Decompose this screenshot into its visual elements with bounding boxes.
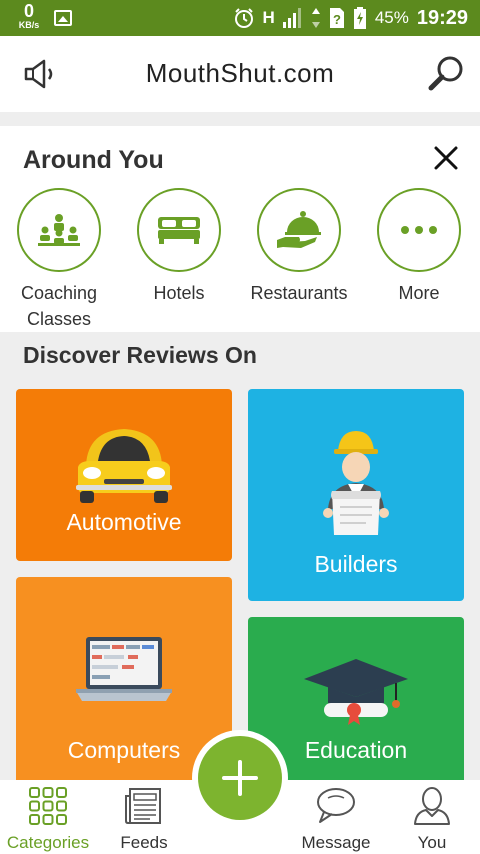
nav-label: Feeds: [120, 833, 168, 852]
nav-categories[interactable]: Categories: [0, 786, 96, 853]
graduation-cap-icon: [304, 659, 408, 725]
nav-label: Message: [301, 833, 371, 852]
network-speed-value: 0: [23, 1, 34, 21]
category-label: Coaching Classes: [20, 283, 98, 329]
plus-icon: [222, 760, 258, 796]
category-hotels[interactable]: Hotels: [124, 188, 234, 306]
newspaper-icon: [125, 788, 161, 824]
laptop-icon: [76, 637, 172, 701]
nav-label: You: [417, 833, 447, 852]
data-transfer-icon: [311, 8, 320, 28]
more-dots-icon: [401, 226, 437, 234]
category-label: More: [398, 283, 440, 303]
category-label: Hotels: [153, 283, 205, 303]
nav-label: Categories: [6, 833, 90, 852]
sim-unknown-icon: ?: [329, 8, 344, 28]
category-circle: [377, 188, 461, 272]
bed-icon: [158, 217, 200, 244]
add-button-circle: [198, 736, 282, 820]
add-review-button[interactable]: [192, 730, 288, 826]
svg-text:?: ?: [333, 12, 341, 27]
tile-builders[interactable]: Builders: [248, 389, 464, 601]
user-icon: [414, 787, 450, 825]
battery-percent: 45%: [374, 8, 409, 27]
car-icon: [76, 429, 172, 503]
network-speed-unit: KB/s: [18, 20, 40, 30]
category-label: Restaurants: [250, 283, 348, 303]
around-you-card: Around You Coaching Classes Hotels Resta…: [0, 126, 480, 332]
app-title: MouthShut.com: [145, 58, 335, 88]
nav-you[interactable]: You: [384, 786, 480, 853]
builder-icon: [323, 431, 389, 535]
category-more[interactable]: More: [364, 188, 474, 306]
signal-icon: [282, 8, 301, 28]
category-circle: [17, 188, 101, 272]
app-header: MouthShut.com: [0, 36, 480, 112]
network-type: H: [262, 8, 275, 27]
clock: 19:29: [416, 6, 468, 29]
tile-automotive[interactable]: Automotive: [16, 389, 232, 561]
battery-charging-icon: [353, 7, 366, 29]
close-icon[interactable]: [428, 140, 464, 176]
category-circle: [257, 188, 341, 272]
nav-message[interactable]: Message: [288, 786, 384, 853]
search-icon[interactable]: [426, 54, 466, 94]
status-bar: 0 KB/s H ? 45% 19:29: [0, 0, 480, 36]
discover-heading: Discover Reviews On: [23, 342, 257, 368]
category-restaurants[interactable]: Restaurants: [244, 188, 354, 306]
tile-label: Builders: [314, 551, 398, 577]
grid-icon: [29, 787, 67, 825]
image-notification-icon: [54, 10, 72, 26]
network-speed: 0 KB/s: [14, 2, 44, 30]
around-you-heading: Around You: [23, 146, 164, 174]
alarm-icon: [234, 8, 253, 28]
chat-bubbles-icon: [317, 788, 355, 823]
nav-feeds[interactable]: Feeds: [96, 786, 192, 853]
category-circle: [137, 188, 221, 272]
tile-label: Automotive: [66, 509, 182, 535]
cloche-icon: [277, 211, 321, 248]
coaching-icon: [38, 214, 80, 246]
category-coaching-classes[interactable]: Coaching Classes: [4, 188, 114, 332]
